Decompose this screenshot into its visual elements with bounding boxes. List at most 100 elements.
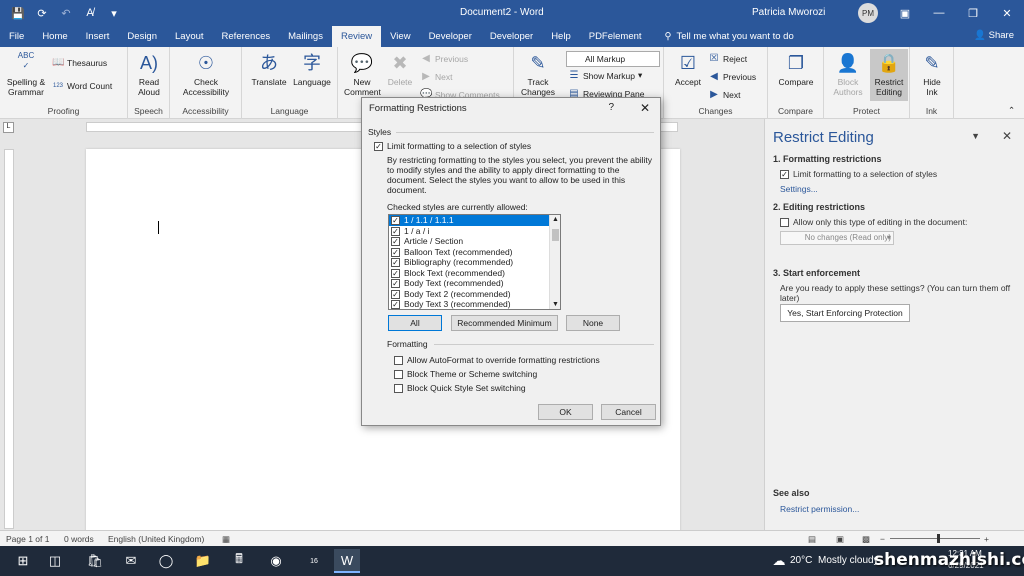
allow-autoformat-checkbox[interactable]: Allow AutoFormat to override formatting …	[394, 355, 600, 366]
undo-icon[interactable]: ↶	[56, 3, 76, 23]
recommended-minimum-button[interactable]: Recommended Minimum	[451, 315, 558, 331]
store-icon[interactable]: 🛍	[82, 549, 108, 573]
checkbox-checked-icon[interactable]: ✓	[391, 300, 400, 309]
customize-toolbar-icon[interactable]: ▾	[104, 3, 124, 23]
restrict-editing-button[interactable]: 🔒 Restrict Editing	[870, 49, 908, 101]
scroll-thumb[interactable]	[552, 229, 559, 241]
spelling-grammar-button[interactable]: ABC ✓ Spelling & Grammar	[4, 51, 48, 97]
check-accessibility-button[interactable]: ☉ Check Accessibility	[174, 51, 238, 97]
language-button[interactable]: 字 Language	[290, 51, 334, 87]
delete-comment-button[interactable]: ✖ Delete	[382, 51, 418, 87]
start-enforcing-button[interactable]: Yes, Start Enforcing Protection	[780, 304, 910, 322]
checkbox-checked-icon[interactable]: ✓	[391, 289, 400, 299]
list-item[interactable]: ✓ Body Text 3 (recommended)	[389, 299, 560, 309]
accept-button[interactable]: ☑ Accept	[670, 51, 706, 87]
zoom-out-button[interactable]: −	[880, 534, 885, 544]
tab-insert[interactable]: Insert	[77, 26, 119, 47]
list-item[interactable]: ✓ Article / Section	[389, 236, 560, 247]
track-changes-button[interactable]: ✎ Track Changes	[520, 51, 556, 97]
list-scrollbar[interactable]: ▲ ▼	[549, 215, 560, 309]
pane-options-icon[interactable]: ▼	[971, 131, 980, 141]
weather-icon[interactable]: ☁	[766, 549, 792, 573]
compare-button[interactable]: ❐ Compare	[772, 51, 820, 87]
tab-developer[interactable]: Developer	[420, 26, 481, 47]
tab-layout[interactable]: Layout	[166, 26, 213, 47]
restore-icon[interactable]: ❐	[956, 0, 990, 26]
styles-list[interactable]: ✓ 1 / 1.1 / 1.1.1 ✓ 1 / a / i ✓ Article / S…	[388, 214, 561, 310]
collapse-ribbon-icon[interactable]: ⌃	[1008, 105, 1015, 116]
tab-help[interactable]: Help	[542, 26, 580, 47]
restrict-permission-link[interactable]: Restrict permission...	[780, 504, 859, 514]
tab-file[interactable]: File	[0, 26, 33, 47]
thesaurus-button[interactable]: 📖 Thesaurus	[52, 57, 107, 68]
word-count[interactable]: 0 words	[64, 534, 94, 544]
tab-developer-2[interactable]: Developer	[481, 26, 542, 47]
dialog-close-icon[interactable]: ✕	[640, 101, 650, 115]
vertical-ruler[interactable]	[4, 149, 14, 529]
tab-home[interactable]: Home	[33, 26, 76, 47]
ribbon-display-icon[interactable]: ▣	[888, 0, 922, 26]
limit-formatting-checkbox[interactable]: ✓ Limit formatting to a selection of styl…	[780, 169, 937, 180]
previous-comment-button[interactable]: ◀ Previous	[420, 53, 468, 64]
block-theme-checkbox[interactable]: Block Theme or Scheme switching	[394, 369, 537, 380]
page-count[interactable]: Page 1 of 1	[6, 534, 49, 544]
avatar[interactable]: PM	[858, 3, 878, 23]
list-item[interactable]: ✓ Balloon Text (recommended)	[389, 247, 560, 258]
translate-button[interactable]: あ Translate	[248, 51, 290, 87]
pane-close-icon[interactable]: ✕	[1002, 129, 1012, 143]
limit-formatting-dialog-checkbox[interactable]: ✓ Limit formatting to a selection of styl…	[374, 141, 644, 152]
editing-type-select[interactable]: No changes (Read only) ▾	[780, 231, 894, 245]
mail-icon[interactable]: ✉	[118, 549, 144, 573]
tell-me-search[interactable]: ⚲ Tell me what you want to do	[665, 31, 794, 42]
temperature[interactable]: 20°C	[790, 555, 812, 566]
block-quick-style-checkbox[interactable]: Block Quick Style Set switching	[394, 383, 526, 394]
macro-icon[interactable]: ▦	[222, 534, 230, 545]
next-change-button[interactable]: ▶ Next	[708, 89, 740, 100]
list-item[interactable]: ✓ Block Text (recommended)	[389, 268, 560, 279]
word-count-button[interactable]: 123 Word Count	[52, 81, 112, 91]
all-button[interactable]: All	[388, 315, 442, 331]
scroll-up-icon[interactable]: ▲	[552, 216, 559, 223]
minimize-icon[interactable]: —	[922, 0, 956, 26]
list-item[interactable]: ✓ 1 / a / i	[389, 226, 560, 237]
file-explorer-icon[interactable]: 📁	[190, 549, 216, 573]
checkbox-checked-icon[interactable]: ✓	[391, 279, 400, 289]
checkbox-checked-icon[interactable]: ✓	[391, 237, 400, 247]
font-size-icon[interactable]: A̸	[80, 3, 100, 23]
close-icon[interactable]: ✕	[990, 0, 1024, 26]
tab-pdfelement[interactable]: PDFelement	[580, 26, 651, 47]
calculator-icon[interactable]: 🖩	[226, 549, 252, 573]
checkbox-checked-icon[interactable]: ✓	[391, 226, 400, 236]
focus-mode-icon[interactable]: ▤	[808, 534, 816, 545]
list-item[interactable]: ✓ 1 / 1.1 / 1.1.1	[389, 215, 549, 226]
print-layout-icon[interactable]: ▣	[836, 534, 844, 545]
list-item[interactable]: ✓ Body Text 2 (recommended)	[389, 289, 560, 300]
read-aloud-button[interactable]: A) Read Aloud	[130, 51, 168, 97]
zoom-in-button[interactable]: +	[984, 534, 989, 544]
tab-review[interactable]: Review	[331, 26, 382, 47]
reject-button[interactable]: ☒ Reject	[708, 53, 748, 64]
web-layout-icon[interactable]: ▩	[862, 534, 870, 545]
block-authors-button[interactable]: 👤 Block Authors	[828, 51, 868, 97]
settings-link[interactable]: Settings...	[780, 184, 818, 194]
user-name[interactable]: Patricia Mworozi	[752, 7, 825, 18]
tab-design[interactable]: Design	[118, 26, 166, 47]
hide-ink-button[interactable]: ✎ Hide Ink	[914, 51, 950, 97]
checkbox-checked-icon[interactable]: ✓	[391, 258, 400, 268]
tab-selector[interactable]: L	[3, 122, 14, 133]
ok-button[interactable]: OK	[538, 404, 593, 420]
zoom-slider[interactable]	[890, 538, 980, 539]
save-icon[interactable]: 💾	[8, 3, 28, 23]
list-item[interactable]: ✓ Body Text (recommended)	[389, 278, 560, 289]
cancel-button[interactable]: Cancel	[601, 404, 656, 420]
show-markup-button[interactable]: ☰ Show Markup ▾	[568, 70, 643, 81]
zoom-slider-thumb[interactable]	[937, 534, 940, 543]
scroll-down-icon[interactable]: ▼	[552, 301, 559, 308]
weather-text[interactable]: Mostly cloudy	[818, 555, 879, 566]
new-comment-button[interactable]: 💬 New Comment	[344, 51, 381, 97]
checkbox-checked-icon[interactable]: ✓	[391, 268, 400, 278]
task-view-icon[interactable]: ◫	[42, 549, 68, 573]
allow-editing-checkbox[interactable]: Allow only this type of editing in the d…	[780, 217, 967, 228]
checkbox-checked-icon[interactable]: ✓	[391, 247, 400, 257]
edge-icon[interactable]: ◯	[153, 549, 179, 573]
